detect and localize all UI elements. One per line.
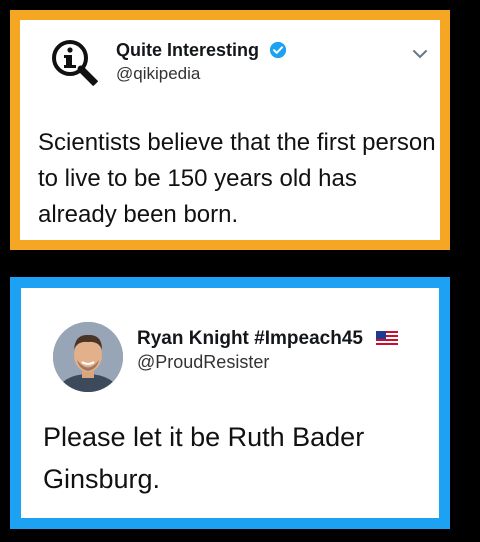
display-name-text: Quite Interesting [116,40,260,60]
us-flag-icon [376,331,399,345]
tweet-card-quite-interesting: Quite Interesting @qikipedia Scientists … [10,10,450,250]
tweet-text: Please let it be Ruth Bader Ginsburg. [43,422,365,494]
user-handle[interactable]: @qikipedia [116,64,200,84]
tweet-text: Scientists believe that the first person… [38,129,436,228]
display-name[interactable]: Quite Interesting [116,40,287,61]
display-name[interactable]: Ryan Knight #Impeach45 [137,328,399,350]
profile-avatar[interactable] [53,322,123,392]
user-handle[interactable]: @ProudResister [137,352,269,373]
qi-logo-icon[interactable] [48,36,104,92]
verified-badge-icon [269,41,287,59]
chevron-down-icon[interactable] [412,48,428,60]
display-name-text: Ryan Knight #Impeach45 [137,328,363,349]
tweet-card-ryan-knight: Ryan Knight #Impeach45 @ProudResister Pl… [10,277,450,529]
